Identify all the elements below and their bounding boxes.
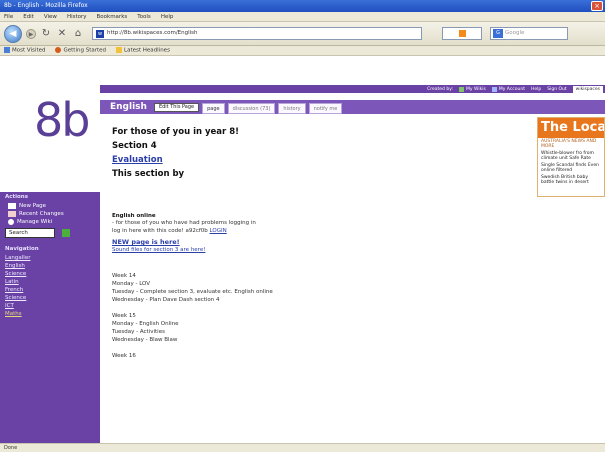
status-bar: Done (0, 443, 605, 452)
week-15-line: Wednesday - Blaw Blaw (112, 337, 178, 343)
ad-item[interactable]: Swedish British baby battle twins in des… (538, 174, 604, 186)
wikispaces-badge[interactable]: wikispaces (572, 85, 603, 93)
menu-tools[interactable]: Tools (137, 14, 151, 20)
menu-bar: File Edit View History Bookmarks Tools H… (0, 12, 605, 22)
week-14-line: Tuesday - Complete section 3, evaluate e… (112, 289, 273, 295)
address-bar[interactable]: w http://8b.wikispaces.com/English (92, 27, 422, 40)
sidebar-item-new-page[interactable]: New Page (0, 202, 100, 210)
sidebar-item-science-2[interactable]: Science (0, 294, 100, 302)
sidebar-item-ict[interactable]: ICT (0, 302, 100, 310)
bookmarks-toolbar: Most Visited Getting Started Latest Head… (0, 46, 605, 56)
back-button[interactable]: ◀ (4, 24, 22, 43)
wiki-top-links: Created by: My Wikis My Account Help Sig… (100, 85, 605, 93)
sidebar: Actions New Page Recent Changes Manage W… (0, 192, 100, 443)
week-16-heading: Week 16 (112, 353, 136, 359)
evaluation-link[interactable]: Evaluation (112, 155, 492, 165)
page-heading: For those of you in year 8! (112, 127, 239, 137)
navigation-heading: Navigation (5, 246, 39, 252)
ad-tagline: AUSTRALIA'S NEWS AND MORE (541, 139, 597, 149)
week-14-line: Wednesday - Plan Dave Dash section 4 (112, 297, 220, 303)
page-title: English (110, 102, 147, 112)
ad-item[interactable]: Whistle-blower fro from climate unit Saf… (538, 150, 604, 162)
menu-bookmarks[interactable]: Bookmarks (97, 14, 128, 20)
tab-notify-me[interactable]: notify me (308, 103, 343, 114)
bookmark-latest-headlines[interactable]: Latest Headlines (116, 47, 170, 54)
sound-files-link[interactable]: Sound files for section 3 are here! (112, 246, 492, 254)
online-code-line: log in here with this code! a92cf0b LOGI… (112, 228, 227, 234)
sign-out-link[interactable]: Sign Out (547, 87, 566, 92)
navigation-toolbar: ◀ ▶ ↻ ✕ ⌂ w http://8b.wikispaces.com/Eng… (0, 22, 605, 46)
tab-page[interactable]: page (202, 103, 225, 114)
rss-icon (116, 47, 123, 54)
sidebar-search-input[interactable]: Search (5, 228, 55, 238)
firefox-icon (55, 47, 62, 54)
edit-page-button[interactable]: Edit This Page (153, 102, 200, 112)
forward-button[interactable]: ▶ (26, 28, 36, 39)
tab-history[interactable]: history (278, 103, 306, 114)
ad-banner[interactable]: The Loca (538, 118, 604, 138)
main-content: For those of you in year 8! Section 4 Ev… (112, 127, 492, 443)
sidebar-item-langaller[interactable]: Langaller (0, 254, 100, 262)
menu-history[interactable]: History (67, 14, 87, 20)
week-15-line: Tuesday - Activities (112, 329, 165, 335)
close-window-button[interactable]: × (591, 1, 603, 11)
recent-changes-icon (8, 211, 16, 217)
section-by-heading: This section by (112, 169, 185, 179)
login-link[interactable]: LOGIN (210, 228, 227, 234)
google-icon: G (493, 29, 503, 38)
site-logo[interactable]: 8b (34, 93, 90, 147)
menu-help[interactable]: Help (161, 14, 174, 20)
my-account-link[interactable]: My Account (491, 86, 525, 92)
week-15-heading: Week 15 (112, 313, 136, 319)
wikis-icon (459, 86, 465, 92)
sidebar-item-science[interactable]: Science (0, 270, 100, 278)
search-bar[interactable]: G Google (490, 27, 568, 40)
bookmark-getting-started[interactable]: Getting Started (55, 47, 106, 54)
section-heading: Section 4 (112, 141, 157, 151)
stop-icon[interactable]: ✕ (56, 28, 68, 40)
online-instructions: - for those of you who have had problems… (112, 220, 256, 226)
site-favicon: w (96, 30, 104, 38)
sidebar-item-french[interactable]: French (0, 286, 100, 294)
new-page-icon (8, 203, 16, 209)
rss-icon[interactable] (458, 30, 466, 37)
ad-item[interactable]: Single Scandal finds Even online filtere… (538, 162, 604, 174)
sidebar-item-manage-wiki[interactable]: Manage Wiki (0, 218, 100, 226)
menu-view[interactable]: View (44, 14, 57, 20)
sidebar-item-maths[interactable]: Maths (0, 310, 100, 318)
manage-wiki-icon (8, 219, 14, 225)
search-go-button[interactable] (61, 229, 70, 237)
account-icon (491, 86, 497, 92)
week-15-line: Monday - English Online (112, 321, 179, 327)
menu-file[interactable]: File (4, 14, 13, 20)
menu-edit[interactable]: Edit (23, 14, 34, 20)
week-14-line: Monday - LOV (112, 281, 151, 287)
new-page-link[interactable]: NEW page is here! (112, 238, 492, 246)
window-title: 8b - English - Mozilla Firefox (4, 2, 88, 9)
window-titlebar: 8b - English - Mozilla Firefox × (0, 0, 605, 12)
my-wikis-link[interactable]: My Wikis (459, 86, 486, 92)
address-text: http://8b.wikispaces.com/English (107, 30, 198, 36)
advertisement[interactable]: The Loca AUSTRALIA'S NEWS AND MORE Whist… (537, 117, 605, 197)
page-tab-bar: English Edit This Page page discussion (… (100, 100, 605, 114)
sidebar-item-english[interactable]: English (0, 262, 100, 270)
created-by-label: Created by: (427, 86, 454, 92)
sidebar-item-recent-changes[interactable]: Recent Changes (0, 210, 100, 218)
actions-heading: Actions (5, 194, 28, 200)
bookmark-most-visited[interactable]: Most Visited (4, 47, 45, 54)
tab-discussion[interactable]: discussion (73) (227, 103, 276, 114)
week-14-heading: Week 14 (112, 273, 136, 279)
reload-icon[interactable]: ↻ (40, 28, 52, 40)
help-link[interactable]: Help (531, 87, 541, 92)
web-page: 8b Created by: My Wikis My Account Help … (0, 57, 605, 443)
star-icon (4, 47, 10, 54)
feed-controls[interactable] (442, 27, 482, 40)
sidebar-item-latin[interactable]: Latin (0, 278, 100, 286)
search-placeholder: Google (505, 30, 525, 36)
home-icon[interactable]: ⌂ (72, 28, 84, 40)
